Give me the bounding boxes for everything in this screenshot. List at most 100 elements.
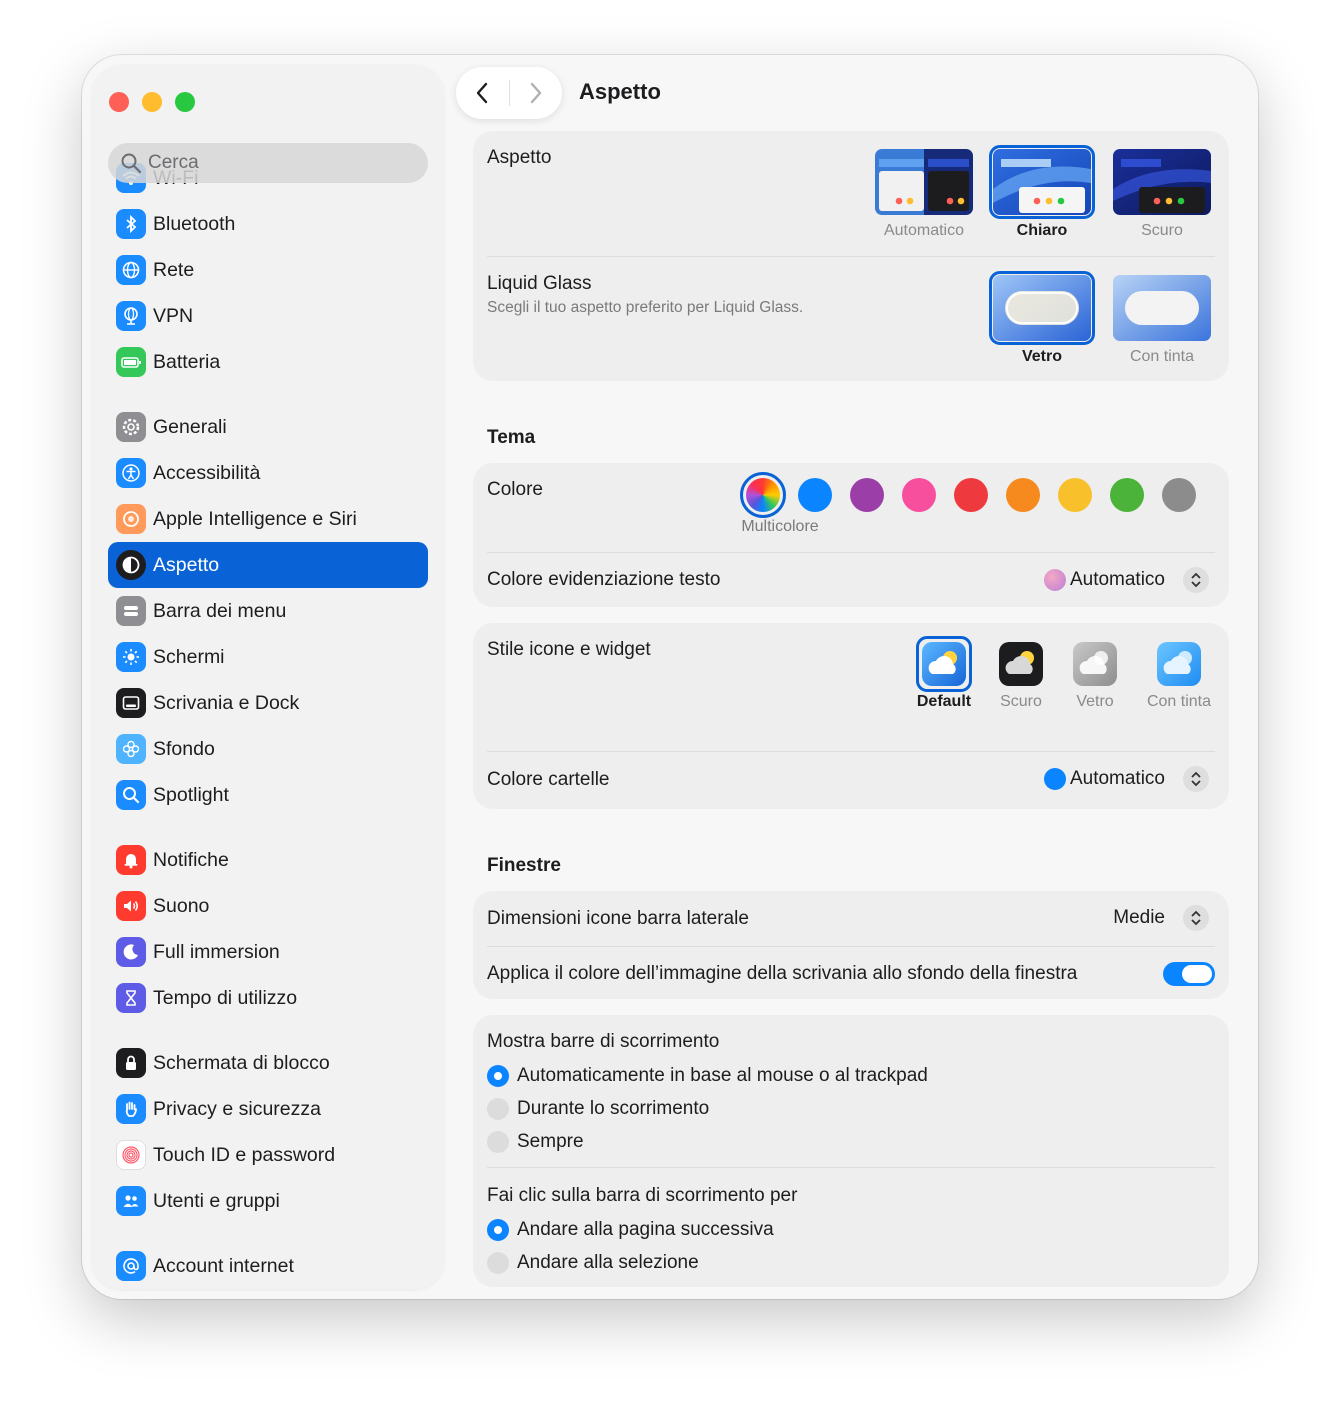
radio-click-next-page[interactable]: [487, 1219, 509, 1241]
sidebar-item-schermi[interactable]: Schermi: [108, 634, 428, 680]
appearance-label: Aspetto: [487, 147, 552, 168]
spotlight-icon: [116, 780, 146, 810]
icon-style-card: Stile icone e widget Default Scuro Vetro…: [473, 623, 1229, 809]
sidebar-item-aspetto[interactable]: Aspetto: [108, 542, 428, 588]
at-icon: [116, 1251, 146, 1281]
liquid-glass-tinted-thumbnail[interactable]: [1113, 275, 1211, 341]
appearance-dark-thumbnail[interactable]: [1113, 149, 1211, 215]
appearance-light-thumbnail[interactable]: [993, 149, 1091, 215]
bell-icon: [116, 845, 146, 875]
sidebar-item-sfondo[interactable]: Sfondo: [108, 726, 428, 772]
folder-color-swatch: [1043, 768, 1066, 790]
sidebar-item-label: Apple Intelligence e Siri: [153, 507, 357, 530]
highlight-color-popup[interactable]: Automatico: [1043, 567, 1209, 593]
vpn-globe-icon: [116, 301, 146, 331]
sidebar-item-label: Utenti e gruppi: [153, 1189, 280, 1212]
sidebar-item-privacy-e-sicurezza[interactable]: Privacy e sicurezza: [108, 1086, 428, 1132]
divider: [487, 552, 1215, 553]
sidebar-item-touch-id-e-password[interactable]: Touch ID e password: [108, 1132, 428, 1178]
sidebar-item-notifiche[interactable]: Notifiche: [108, 837, 428, 883]
sidebar-item-generali[interactable]: Generali: [108, 404, 428, 450]
sidebar-item-bluetooth[interactable]: Bluetooth: [108, 201, 428, 247]
appearance-card: Aspetto Automatico Chiaro Scuro Liquid G…: [473, 131, 1229, 381]
sidebar-item-apple-intelligence-e-siri[interactable]: Apple Intelligence e Siri: [108, 496, 428, 542]
sidebar-item-scrivania-e-dock[interactable]: Scrivania e Dock: [108, 680, 428, 726]
sidebar-item-label: Sfondo: [153, 737, 215, 760]
radio-show-scrolling[interactable]: [487, 1098, 509, 1120]
appearance-light-caption: Chiaro: [1016, 222, 1068, 239]
sidebar-icon-size-popup[interactable]: Medie: [1113, 905, 1209, 931]
sidebar-item-label: Schermata di blocco: [153, 1051, 330, 1074]
chevron-left-icon: [477, 82, 488, 104]
sidebar-item-label: Full immersion: [153, 940, 280, 963]
sidebar-item-label: Aspetto: [153, 553, 220, 576]
radio-click-selection[interactable]: [487, 1252, 509, 1274]
accent-color-swatch[interactable]: [1058, 478, 1092, 512]
accent-color-swatch[interactable]: [1162, 478, 1196, 512]
icon-style-default-caption: Default: [916, 693, 972, 710]
up-down-chevron-icon: [1183, 567, 1209, 593]
accent-color-caption: Multicolore: [741, 518, 819, 535]
wallpaper-icon: [116, 734, 146, 764]
search-field[interactable]: Cerca: [108, 143, 428, 183]
tema-section-title: Tema: [487, 427, 536, 448]
sidebar-item-label: Accessibilità: [153, 461, 261, 484]
back-button[interactable]: [456, 67, 509, 119]
liquid-glass-tinted-caption: Con tinta: [1129, 348, 1195, 365]
forward-button[interactable]: [509, 67, 562, 119]
menubar-icon: [116, 596, 146, 626]
accent-color-swatch[interactable]: [1006, 478, 1040, 512]
sidebar-item-barra-dei-menu[interactable]: Barra dei menu: [108, 588, 428, 634]
sidebar-item-rete[interactable]: Rete: [108, 247, 428, 293]
sidebar-item-utenti-e-gruppi[interactable]: Utenti e gruppi: [108, 1178, 428, 1224]
appearance-dark-caption: Scuro: [1141, 222, 1183, 239]
sidebar-icon-size-label: Dimensioni icone barra laterale: [487, 908, 749, 929]
radio-show-automatic[interactable]: [487, 1065, 509, 1087]
windows-card: Dimensioni icone barra laterale Medie Ap…: [473, 891, 1229, 999]
moon-icon: [116, 937, 146, 967]
sidebar-item-label: Suono: [153, 894, 210, 917]
divider: [487, 751, 1215, 752]
accent-color-multicolor[interactable]: [746, 478, 780, 512]
sidebar-icon-size-value: Medie: [1113, 907, 1165, 928]
sidebar-item-spotlight[interactable]: Spotlight: [108, 772, 428, 818]
sidebar-item-full-immersion[interactable]: Full immersion: [108, 929, 428, 975]
close-window-button[interactable]: [109, 92, 129, 112]
sidebar-item-tempo-di-utilizzo[interactable]: Tempo di utilizzo: [108, 975, 428, 1021]
speaker-icon: [116, 891, 146, 921]
sidebar-item-schermata-di-blocco[interactable]: Schermata di blocco: [108, 1040, 428, 1086]
folder-color-popup[interactable]: Automatico: [1043, 766, 1209, 792]
battery-icon: [116, 347, 146, 377]
sidebar-item-label: Batteria: [153, 350, 221, 373]
click-next-page-label: Andare alla pagina successiva: [517, 1219, 774, 1240]
sidebar-item-suono[interactable]: Suono: [108, 883, 428, 929]
wallpaper-tint-toggle[interactable]: [1163, 962, 1215, 986]
icon-style-glass-icon[interactable]: [1073, 642, 1117, 686]
accent-color-swatch[interactable]: [798, 478, 832, 512]
icon-style-dark-icon[interactable]: [999, 642, 1043, 686]
folder-color-label: Colore cartelle: [487, 769, 610, 790]
sidebar-item-label: Account internet: [153, 1254, 294, 1277]
sidebar-item-batteria[interactable]: Batteria: [108, 339, 428, 385]
highlight-color-label: Colore evidenziazione testo: [487, 569, 721, 590]
sidebar-item-label: Spotlight: [153, 783, 229, 806]
icon-style-default-icon[interactable]: [922, 642, 966, 686]
appearance-auto-thumbnail[interactable]: [875, 149, 973, 215]
icon-style-tinted-icon[interactable]: [1157, 642, 1201, 686]
accent-color-swatch[interactable]: [954, 478, 988, 512]
accent-color-swatch[interactable]: [850, 478, 884, 512]
up-down-chevron-icon: [1183, 766, 1209, 792]
zoom-window-button[interactable]: [175, 92, 195, 112]
scrollbars-card: Mostra barre di scorrimento Automaticame…: [473, 1015, 1229, 1287]
radio-show-always[interactable]: [487, 1131, 509, 1153]
sidebar-list: Wi-FiBluetoothReteVPNBatteriaGeneraliAcc…: [108, 155, 428, 1289]
minimize-window-button[interactable]: [142, 92, 162, 112]
accent-color-swatch[interactable]: [1110, 478, 1144, 512]
sidebar-item-vpn[interactable]: VPN: [108, 293, 428, 339]
liquid-glass-clear-thumbnail[interactable]: [993, 275, 1091, 341]
sidebar-item-accessibilita[interactable]: Accessibilità: [108, 450, 428, 496]
sidebar-item-account-internet[interactable]: Account internet: [108, 1243, 428, 1289]
accent-color-swatch[interactable]: [902, 478, 936, 512]
